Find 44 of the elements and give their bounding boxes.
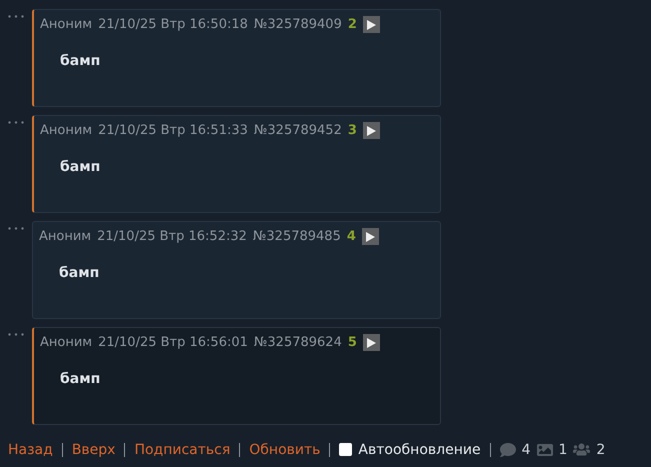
post-text: бамп: [60, 371, 102, 387]
post-index: 3: [348, 123, 357, 138]
play-button[interactable]: [362, 122, 380, 139]
menu-dots-icon[interactable]: [8, 15, 24, 18]
nav-link[interactable]: Назад: [8, 442, 53, 458]
autoupdate-label: Автообновление: [358, 442, 481, 458]
stat-count: 4: [522, 442, 530, 458]
nav-link[interactable]: Подписаться: [134, 442, 230, 458]
nav-link[interactable]: Обновить: [249, 442, 320, 458]
post-text: бамп: [59, 265, 100, 281]
stat-count: 1: [558, 442, 568, 458]
play-icon: [366, 126, 376, 136]
post-number[interactable]: №325789409: [254, 17, 342, 32]
nav-link[interactable]: Вверх: [72, 442, 116, 458]
post-number[interactable]: №325789485: [252, 229, 341, 244]
play-button[interactable]: [362, 228, 379, 245]
stat-count: 2: [596, 442, 606, 458]
post-number[interactable]: №325789452: [254, 123, 342, 138]
play-icon: [366, 338, 376, 348]
post-text: бамп: [60, 53, 102, 69]
post-index: 5: [348, 335, 357, 350]
users-icon: [573, 441, 590, 458]
post-date: 21/10/25 Втр 16:50:18: [98, 17, 248, 32]
play-icon: [366, 232, 375, 242]
comment-icon: [500, 442, 516, 458]
menu-dots-icon[interactable]: [8, 227, 24, 230]
post-date: 21/10/25 Втр 16:56:01: [98, 335, 248, 350]
autoupdate-checkbox[interactable]: [339, 443, 352, 456]
image-icon: [536, 442, 552, 458]
post-author: Аноним: [40, 335, 92, 350]
post-index: 4: [346, 229, 356, 244]
menu-dots-icon[interactable]: [8, 333, 24, 336]
post-author: Аноним: [40, 17, 92, 32]
post-author: Аноним: [40, 123, 92, 138]
post-date: 21/10/25 Втр 16:52:32: [97, 229, 247, 244]
post-author: Аноним: [39, 229, 92, 244]
play-icon: [366, 20, 376, 30]
post-date: 21/10/25 Втр 16:51:33: [98, 123, 248, 138]
menu-dots-icon[interactable]: [8, 121, 24, 124]
post-index: 2: [348, 17, 357, 32]
play-button[interactable]: [362, 334, 380, 351]
post-text: бамп: [60, 159, 102, 175]
post-number[interactable]: №325789624: [254, 335, 342, 350]
play-button[interactable]: [362, 16, 380, 33]
